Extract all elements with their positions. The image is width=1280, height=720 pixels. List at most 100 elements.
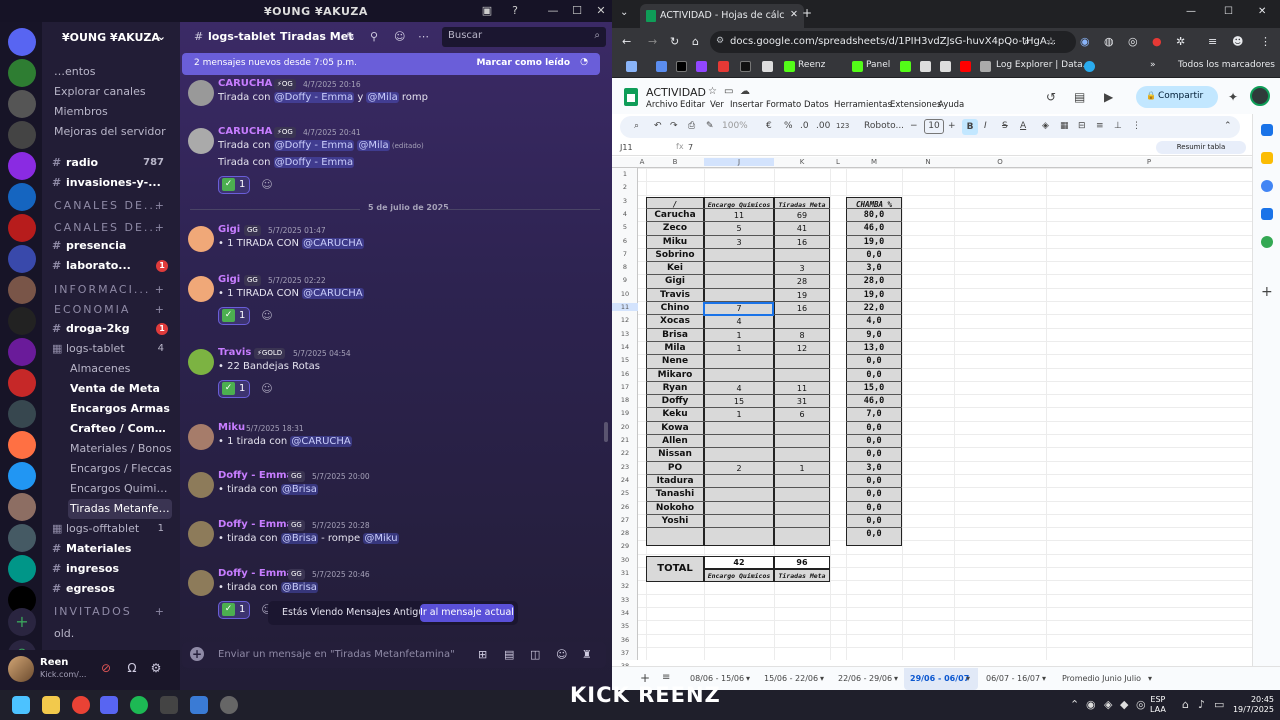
tray-app-icon[interactable]: ◈ bbox=[1104, 698, 1112, 711]
member-name[interactable]: Kei bbox=[646, 263, 704, 273]
user-mention[interactable]: @Brisa bbox=[280, 484, 318, 495]
merge-icon[interactable]: ⊟ bbox=[1078, 121, 1086, 131]
channel-item[interactable]: INFORMACI... + bbox=[52, 280, 172, 300]
member-name[interactable]: Carucha bbox=[646, 210, 704, 220]
star-icon[interactable]: ☆ bbox=[708, 86, 717, 97]
tab-dropdown-icon[interactable]: ▾ bbox=[894, 674, 898, 683]
comments-icon[interactable]: ▤ bbox=[1074, 90, 1085, 104]
fill-color-icon[interactable]: ◈ bbox=[1042, 121, 1049, 131]
add-channel-icon[interactable]: + bbox=[155, 196, 166, 216]
address-bar[interactable]: ⚙ docs.google.com/spreadsheets/d/1PIH3vd… bbox=[710, 31, 1076, 53]
paint-format-icon[interactable]: ✎ bbox=[706, 121, 714, 131]
bookmark-icon[interactable] bbox=[762, 61, 773, 72]
channel-name[interactable]: logs-tablet bbox=[208, 30, 275, 43]
row-header[interactable]: 1 bbox=[612, 170, 638, 178]
message-author[interactable]: Doffy - Emma bbox=[218, 470, 293, 481]
reload-icon[interactable]: ↻ bbox=[670, 35, 679, 48]
bookmark-icon[interactable] bbox=[740, 61, 751, 72]
chat-scrollbar[interactable] bbox=[604, 422, 608, 442]
help-icon[interactable]: ? bbox=[508, 4, 522, 18]
row-header[interactable]: 37 bbox=[612, 649, 638, 657]
extensions-puzzle-icon[interactable]: ✲ bbox=[1176, 35, 1185, 48]
jump-to-present-button[interactable]: Ir al mensaje actual bbox=[420, 604, 514, 622]
member-name[interactable]: Brisa bbox=[646, 330, 704, 340]
server-icon[interactable] bbox=[8, 338, 36, 366]
channel-item[interactable]: # droga-2kg 1 bbox=[50, 319, 172, 339]
chamba-value[interactable]: 22,0 bbox=[846, 303, 902, 313]
member-name[interactable]: Tanashi bbox=[646, 489, 704, 499]
file-explorer-icon[interactable] bbox=[42, 696, 60, 714]
new-messages-bar[interactable]: 2 mensajes nuevos desde 7:05 p.m. Marcar… bbox=[182, 53, 600, 75]
bookmark-icon[interactable] bbox=[718, 61, 729, 72]
channel-item[interactable]: # Materiales bbox=[50, 539, 172, 559]
cloud-icon[interactable]: ☁ bbox=[740, 86, 750, 97]
member-name[interactable]: Mila bbox=[646, 343, 704, 353]
server-icon[interactable] bbox=[8, 152, 36, 180]
align-icon[interactable]: ≡ bbox=[1096, 121, 1104, 131]
extension-icon[interactable]: ◎ bbox=[1128, 35, 1138, 48]
zoom-icon[interactable]: ⌕ bbox=[1024, 35, 1030, 49]
channel-item[interactable]: CANALES DE... + bbox=[52, 196, 172, 216]
row-header[interactable]: 3 bbox=[612, 197, 638, 205]
server-icon[interactable] bbox=[8, 214, 36, 242]
tray-app-icon[interactable]: ◉ bbox=[1086, 698, 1096, 711]
tiradas-value[interactable]: 6 bbox=[774, 410, 830, 419]
chamba-value[interactable]: 46,0 bbox=[846, 223, 902, 233]
member-name[interactable]: Miku bbox=[646, 237, 704, 247]
user-mention[interactable]: @Doffy - Emma bbox=[273, 140, 355, 151]
member-name[interactable]: Nene bbox=[646, 356, 704, 366]
sheet-grid[interactable]: / Encargo Químicos Tiradas Meta CHAMBA % Car… bbox=[638, 168, 1252, 660]
avatar[interactable] bbox=[188, 521, 214, 547]
encargo-value[interactable]: 4 bbox=[704, 317, 774, 326]
server-icon[interactable] bbox=[8, 555, 36, 583]
tiradas-value[interactable]: 1 bbox=[774, 464, 830, 473]
more-bookmarks-icon[interactable]: » bbox=[1150, 60, 1156, 70]
member-name[interactable]: Doffy bbox=[646, 396, 704, 406]
channel-item[interactable]: Encargos / Fleccas bbox=[68, 459, 172, 479]
sheet-tab[interactable]: 29/06 - 06/07 bbox=[910, 674, 969, 683]
menu-herramientas[interactable]: Herramientas bbox=[834, 100, 892, 110]
battery-icon[interactable]: ▭ bbox=[1214, 698, 1224, 711]
user-mention[interactable]: @Miku bbox=[363, 533, 399, 544]
column-header[interactable]: N bbox=[902, 158, 954, 166]
row-header[interactable]: 34 bbox=[612, 609, 638, 617]
bookmark-icon[interactable] bbox=[656, 61, 667, 72]
channel-item[interactable]: # egresos bbox=[50, 579, 172, 599]
chamba-value[interactable]: 28,0 bbox=[846, 276, 902, 286]
add-reaction-icon[interactable]: ☺ bbox=[260, 309, 274, 323]
tab-dropdown-icon[interactable]: ▾ bbox=[966, 674, 970, 683]
increase-decimals-button[interactable]: .00 bbox=[816, 121, 830, 131]
chamba-value[interactable]: 0,0 bbox=[846, 356, 902, 366]
reaction-check[interactable]: ✓ 1 bbox=[218, 176, 250, 194]
member-name[interactable]: Itadura bbox=[646, 476, 704, 486]
chamba-value[interactable]: 0,0 bbox=[846, 250, 902, 260]
menu-ayuda[interactable]: Ayuda bbox=[938, 100, 964, 110]
channel-item[interactable]: Encargos Armas bbox=[68, 399, 172, 419]
tiradas-value[interactable]: 16 bbox=[774, 304, 830, 313]
channel-item[interactable]: ▦ logs-offtablet 1 bbox=[50, 519, 172, 539]
avatar[interactable] bbox=[188, 349, 214, 375]
column-header[interactable]: A bbox=[638, 158, 646, 166]
channel-item[interactable]: Materiales / Bonos bbox=[68, 439, 172, 459]
message-author[interactable]: CARUCHA bbox=[218, 126, 272, 137]
channel-item[interactable]: Crafteo / Compra d... bbox=[68, 419, 172, 439]
menu-datos[interactable]: Datos bbox=[804, 100, 829, 110]
bookmark-icon[interactable] bbox=[900, 61, 911, 72]
contacts-icon[interactable] bbox=[1261, 208, 1273, 220]
gear-icon[interactable]: ⚙ bbox=[148, 660, 164, 676]
encargo-value[interactable]: 2 bbox=[704, 464, 774, 473]
chamba-value[interactable]: 0,0 bbox=[846, 503, 902, 513]
channel-item[interactable]: # radio 787 bbox=[50, 153, 172, 173]
avatar[interactable] bbox=[8, 656, 34, 682]
tiradas-value[interactable]: 28 bbox=[774, 277, 830, 286]
pin-icon[interactable]: ⚲ bbox=[370, 30, 378, 43]
server-icon[interactable] bbox=[8, 307, 36, 335]
message-author[interactable]: CARUCHA bbox=[218, 78, 272, 89]
add-reaction-icon[interactable]: ☺ bbox=[260, 382, 274, 396]
row-header[interactable]: 18 bbox=[612, 396, 638, 404]
percent-format-button[interactable]: % bbox=[784, 121, 793, 131]
font-select[interactable]: Roboto... bbox=[864, 121, 904, 131]
add-server-icon[interactable]: + bbox=[8, 608, 36, 636]
menu-insertar[interactable]: Insertar bbox=[730, 100, 763, 110]
tab-search-icon[interactable]: ⌄ bbox=[620, 7, 628, 18]
